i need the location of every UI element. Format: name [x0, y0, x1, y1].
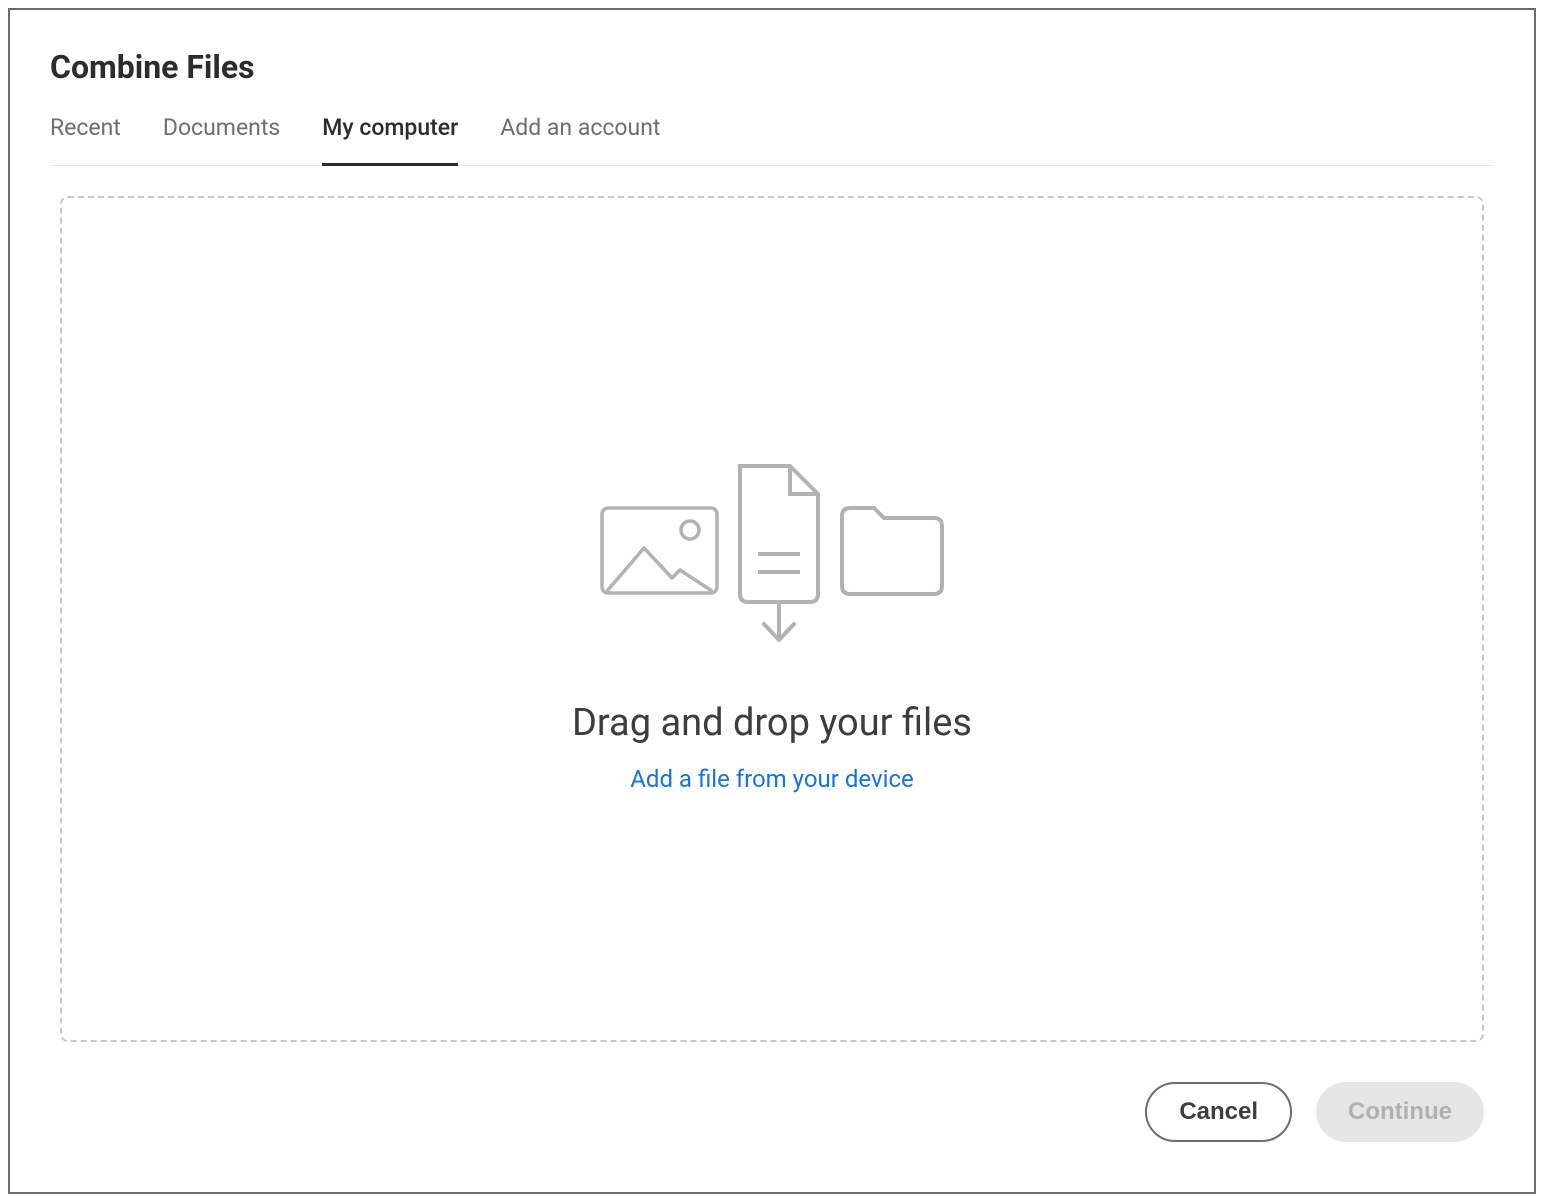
tab-recent[interactable]: Recent: [50, 114, 121, 165]
tab-documents[interactable]: Documents: [163, 114, 280, 165]
tabs-bar: Recent Documents My computer Add an acco…: [50, 114, 1494, 166]
files-illustration-icon: [572, 446, 972, 646]
continue-button[interactable]: Continue: [1316, 1082, 1484, 1142]
dialog-title: Combine Files: [50, 48, 1494, 86]
cancel-button[interactable]: Cancel: [1145, 1082, 1292, 1142]
drop-illustration: [572, 446, 972, 646]
tab-add-account[interactable]: Add an account: [500, 114, 660, 165]
dialog-footer: Cancel Continue: [10, 1042, 1534, 1192]
add-file-link[interactable]: Add a file from your device: [630, 765, 913, 793]
dialog-header: Combine Files: [10, 10, 1534, 114]
drop-area-title: Drag and drop your files: [572, 701, 972, 745]
combine-files-dialog: Combine Files Recent Documents My comput…: [8, 8, 1536, 1194]
tab-my-computer[interactable]: My computer: [322, 114, 458, 165]
file-drop-area[interactable]: Drag and drop your files Add a file from…: [60, 196, 1484, 1042]
